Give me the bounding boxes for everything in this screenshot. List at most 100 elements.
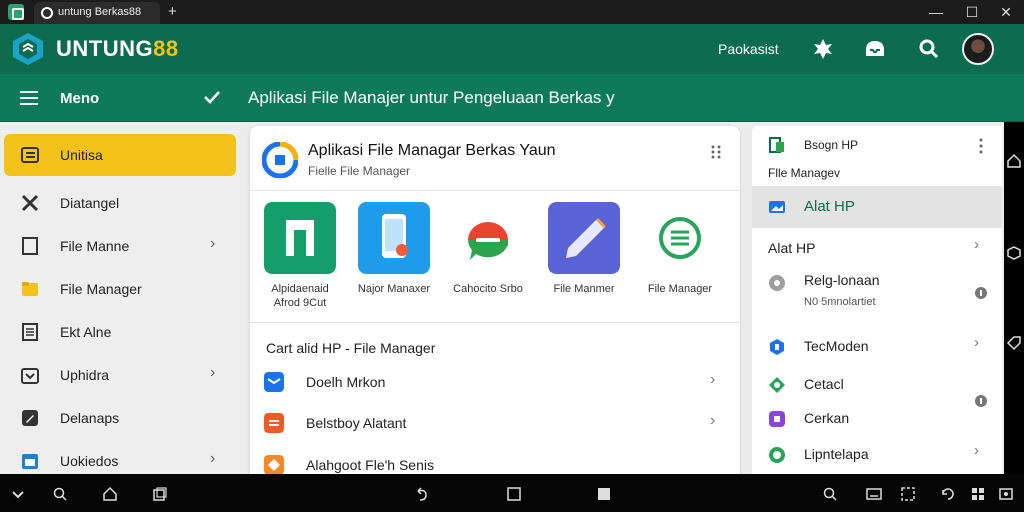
sidebar-item-file-manager[interactable]: File Manager [4,268,236,310]
inbox-icon[interactable] [862,36,888,62]
sidebar-item-ekt-alne[interactable]: Ekt Alne [4,311,236,353]
avatar[interactable] [962,33,994,65]
sidebar-item-file-manne[interactable]: File Manne › [4,225,236,267]
app-tile[interactable]: Najor Manaxer [346,202,442,312]
list-icon [21,147,39,163]
gray-circle-icon [769,275,785,291]
info-icon[interactable] [974,394,988,408]
zoom-icon[interactable] [822,486,838,502]
chevron-right-icon: › [210,450,216,467]
windows-icon[interactable] [152,486,168,502]
home-square-icon[interactable] [506,486,522,502]
rotate-icon[interactable] [940,486,956,502]
sidebar-item-uphidra[interactable]: Uphidra › [4,354,236,396]
app-tile[interactable]: Cahocito Srbo [440,202,536,312]
chevron-right-icon: › [210,364,216,381]
panel-row-label[interactable]: Alat HP [768,240,815,256]
system-nav-strip [1004,122,1024,474]
calendar-icon [22,454,38,469]
app-label: Cahocito Srbo [440,282,536,296]
home-icon[interactable] [102,486,118,502]
panel-row-label[interactable]: Relg-lonaan [804,272,880,288]
pencil-app-icon [548,202,620,274]
chevron-down-icon[interactable] [10,486,26,502]
keyboard-icon[interactable] [866,486,882,502]
sub-header: Meno Aplikasi File Manajer untur Pengelu… [0,74,1024,122]
sidebar-item-label: Delanaps [60,410,120,426]
list-item[interactable]: Alahgoot Fle'h Senis [264,448,728,474]
more-options-icon[interactable] [710,144,722,160]
crossed-tools-icon [21,194,39,212]
divider [250,322,740,323]
panel-row-label[interactable]: Cerkan [804,410,849,426]
panel-row-label[interactable]: Lipntelapa [804,446,869,462]
settings-icon[interactable] [998,486,1014,502]
screenshot-icon[interactable] [900,486,916,502]
browser-tab[interactable]: untung Berkas88 [34,2,160,24]
tag-icon[interactable] [1007,336,1021,350]
sidebar: Unitisa Diatangel File Manne › File Mana… [0,122,240,474]
check-icon[interactable] [203,88,221,106]
panel-row-label[interactable]: Cetacl [804,376,844,392]
panel-item-alat-hp-selected[interactable]: Alat HP [752,186,1002,228]
sidebar-item-unitisa[interactable]: Unitisa [4,134,236,176]
list-item-label: Doelh Mrkon [306,374,386,390]
sidebar-item-label: File Manne [60,238,130,254]
sidebar-item-delanaps[interactable]: Delanaps [4,397,236,439]
app-tile[interactable]: File Manmer [536,202,632,312]
new-tab-button[interactable]: + [168,3,177,20]
list-item[interactable]: Belstboy Alatant › [264,406,728,442]
brand-name[interactable]: UNTUNG88 [56,36,179,62]
card-title: Aplikasi File Managar Berkas Yaun [308,142,556,159]
search-icon[interactable] [916,36,942,62]
home-icon[interactable] [1007,154,1021,168]
panel-row-label[interactable]: TecModen [804,338,869,354]
app-label: File Manager [632,282,728,296]
sidebar-item-diatangel[interactable]: Diatangel [4,182,236,224]
sidebar-item-label: File Manager [60,281,142,297]
app-label: Najor Manaxer [346,282,442,296]
brand-logo-icon[interactable] [12,32,44,66]
app-label: Alpidaenaid Afrod 9Cut [252,282,348,310]
more-options-icon[interactable] [978,138,984,154]
mail-icon [264,372,284,392]
minimize-button[interactable]: — [922,3,950,21]
page-title: Aplikasi File Manajer untur Pengeluaan B… [248,88,615,107]
brand-main: UNTUNG [56,36,154,61]
taskbar [0,474,1024,512]
menu-label[interactable]: Meno [60,90,99,107]
tab-favicon-icon [41,7,53,19]
app-tile[interactable]: Alpidaenaid Afrod 9Cut [252,202,348,312]
search-icon[interactable] [52,486,68,502]
sidebar-item-uokiedos[interactable]: Uokiedos › [4,440,236,474]
app-header: UNTUNG88 Paokasist [0,24,1024,74]
green-circle-icon [769,447,785,463]
orange-diamond-icon [264,455,284,474]
app-icon[interactable] [8,4,24,20]
sidebar-item-label: Uokiedos [60,453,119,469]
header-link[interactable]: Paokasist [718,41,779,57]
apps-grid-icon[interactable] [970,486,986,502]
folder-icon [22,282,38,296]
card-subtitle: Fielle File Manager [308,164,411,178]
recents-icon[interactable] [596,486,612,502]
panel-highlight-label: Alat HP [804,198,855,215]
puzzle-icon[interactable] [810,36,836,62]
list-item[interactable]: Doelh Mrkon › [264,365,728,401]
hamburger-menu-icon[interactable] [20,91,38,105]
hexagon-icon[interactable] [1007,246,1021,260]
list-item-label: Alahgoot Fle'h Senis [306,457,434,473]
app-label-line: File Manmer [553,283,615,295]
maximize-button[interactable]: ☐ [958,3,986,21]
panel-title: Bsogn HP [804,138,859,152]
info-icon[interactable] [974,286,988,300]
chevron-right-icon: › [710,371,716,388]
tab-title: untung Berkas88 [58,6,142,18]
purple-box-icon [769,411,785,427]
app-tile[interactable]: File Manager [632,202,728,312]
sidebar-item-label: Ekt Alne [60,324,112,340]
close-window-button[interactable]: ✕ [992,3,1020,21]
app-label-line: File Manager [647,283,713,295]
back-icon[interactable] [414,486,430,502]
app-label-line: Cahocito Srbo [453,283,523,295]
